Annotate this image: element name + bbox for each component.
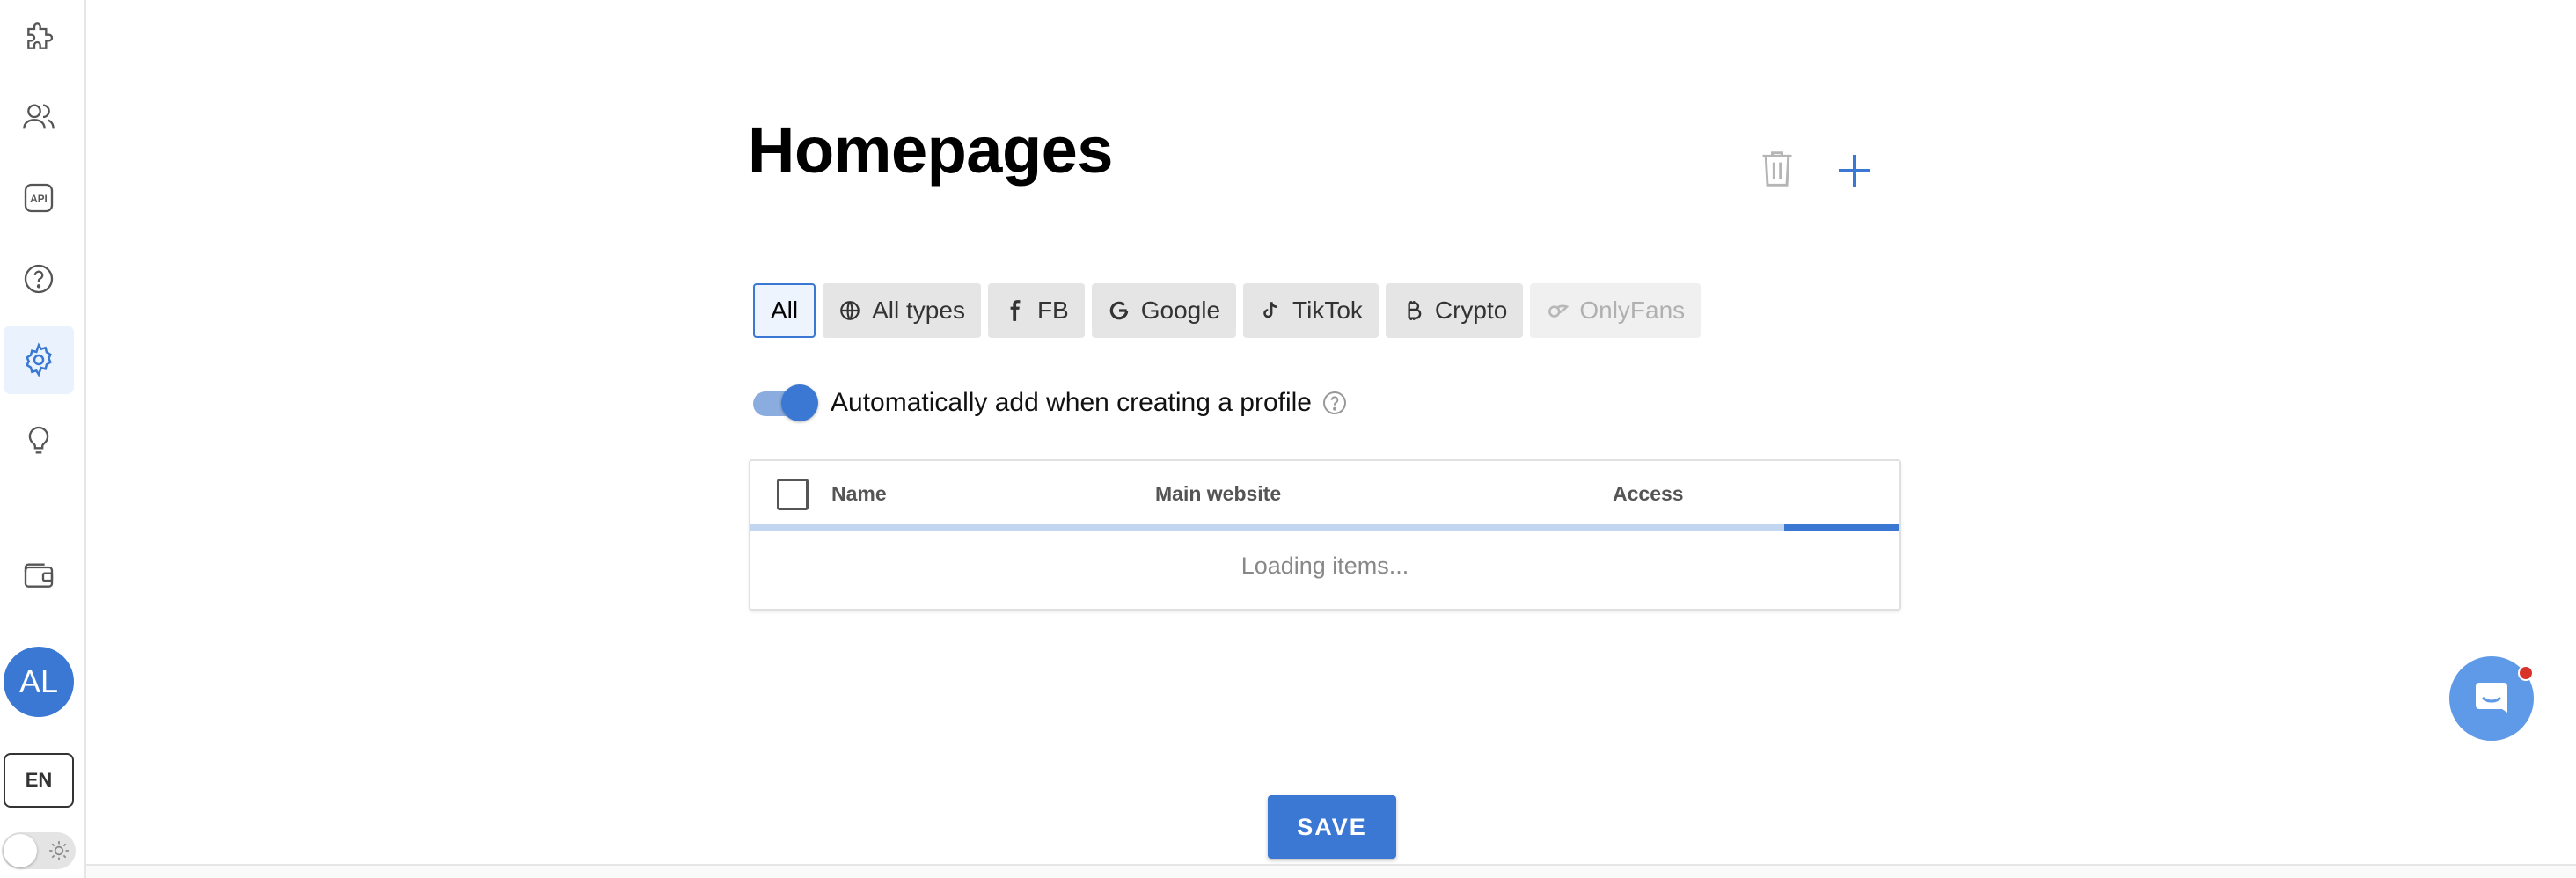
delete-button[interactable]: [1758, 148, 1797, 190]
filter-chips: All All types FB Google TikTok Crypto On…: [753, 283, 1701, 341]
help-circle-icon[interactable]: [1321, 389, 1349, 417]
page-title: Homepages: [748, 113, 1113, 187]
avatar[interactable]: AL: [4, 647, 74, 717]
chat-icon: [2476, 683, 2507, 713]
chip-label: Crypto: [1434, 296, 1508, 324]
onlyfans-icon: [1548, 304, 1570, 318]
sidebar-item-ideas[interactable]: [4, 406, 74, 475]
sidebar-item-users[interactable]: [4, 83, 74, 151]
sidebar-item-extensions[interactable]: [4, 4, 74, 72]
homepages-table: Name Main website Access Loading items..…: [749, 459, 1901, 611]
theme-toggle[interactable]: [2, 832, 76, 869]
chip-label: All: [771, 296, 799, 324]
puzzle-icon: [27, 22, 54, 49]
auto-add-switch[interactable]: [750, 381, 820, 425]
filter-chip-google[interactable]: Google: [1091, 283, 1237, 338]
tiktok-icon: [1263, 301, 1277, 318]
table-header: Name Main website Access: [750, 461, 1899, 524]
globe-icon: [840, 301, 860, 320]
filter-chip-fb[interactable]: FB: [987, 283, 1085, 338]
facebook-icon: [1010, 300, 1021, 321]
filter-chip-onlyfans[interactable]: OnlyFans: [1530, 283, 1701, 338]
loading-progress-bar: [750, 524, 1899, 531]
sun-icon: [49, 841, 69, 860]
help-circle-icon: [24, 264, 54, 294]
bitcoin-icon: [1408, 301, 1422, 320]
chip-label: All types: [872, 296, 965, 324]
sidebar-item-api[interactable]: API: [4, 164, 74, 232]
save-button[interactable]: SAVE: [1268, 795, 1396, 859]
lightbulb-icon: [28, 426, 49, 454]
filter-chip-all-types[interactable]: All types: [823, 283, 981, 338]
add-homepage-button[interactable]: [1833, 150, 1876, 192]
column-header-access[interactable]: Access: [1613, 482, 1684, 506]
filter-chip-all[interactable]: All: [753, 283, 816, 338]
wallet-icon: [24, 563, 54, 588]
loading-text: Loading items...: [1240, 552, 1409, 579]
chip-label: OnlyFans: [1579, 296, 1686, 324]
auto-add-setting: Automatically add when creating a profil…: [750, 381, 1349, 425]
api-icon: API: [24, 183, 54, 213]
select-all-checkbox[interactable]: [777, 479, 809, 510]
chip-label: FB: [1036, 296, 1069, 324]
chip-label: Google: [1140, 296, 1221, 324]
google-icon: [1109, 301, 1129, 320]
auto-add-label: Automatically add when creating a profil…: [831, 388, 1312, 417]
users-icon: [23, 104, 55, 129]
sidebar-item-help[interactable]: [4, 245, 74, 313]
svg-text:API: API: [30, 194, 47, 205]
plus-icon: [1839, 155, 1870, 187]
sidebar-item-settings[interactable]: [4, 326, 74, 394]
column-header-name[interactable]: Name: [831, 482, 887, 506]
filter-chip-tiktok[interactable]: TikTok: [1243, 283, 1379, 338]
theme-toggle-knob: [4, 834, 37, 867]
column-header-main-website[interactable]: Main website: [1155, 482, 1281, 506]
footer-bar: [86, 864, 2576, 878]
loading-progress-fill: [1784, 524, 1899, 531]
sidebar: API AL EN: [0, 0, 86, 878]
switch-knob: [781, 384, 818, 421]
gear-icon: [26, 342, 52, 377]
chip-label: TikTok: [1292, 296, 1363, 324]
sidebar-item-wallet[interactable]: [4, 542, 74, 611]
trash-icon: [1762, 151, 1792, 187]
notification-badge: [2518, 665, 2534, 681]
filter-chip-crypto[interactable]: Crypto: [1385, 283, 1524, 338]
language-selector[interactable]: EN: [4, 753, 74, 808]
